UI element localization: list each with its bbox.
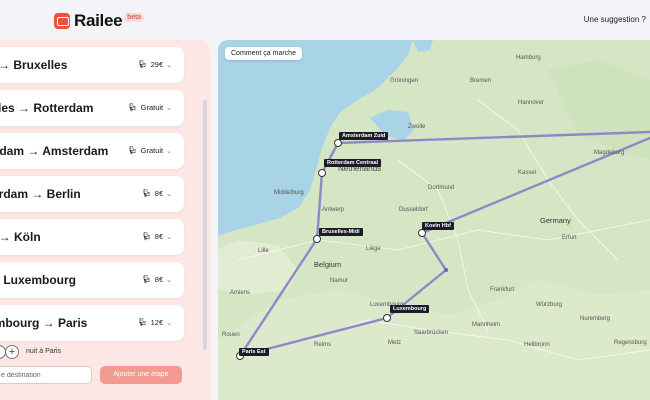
map-label-dusseldorf: Dusseldorf: [399, 207, 428, 213]
railee-logo-icon: [54, 13, 70, 29]
map-label-liege: Liège: [366, 246, 381, 252]
leg-card[interactable]: → Luxembourg 💺︎8€⌄: [0, 262, 184, 298]
leg-price: 8€: [154, 189, 164, 198]
leg-price-selector[interactable]: 💺︎ Gratuit ⌄: [127, 103, 172, 112]
leg-route: erdam → Amsterdam: [0, 144, 109, 158]
route-map[interactable]: Hamburg Bremen Hannover Magdeburg Gronin…: [218, 40, 650, 400]
leg-price-selector[interactable]: 💺︎ 8€ ⌄: [142, 275, 172, 284]
map-canvas: [218, 40, 650, 400]
station-marker-koeln-hbf[interactable]: Koeln Hbf: [422, 222, 454, 230]
map-label-bremen: Bremen: [470, 78, 492, 84]
leg-route: n → Köln: [0, 230, 41, 244]
leg-route: terdam → Berlin: [0, 187, 81, 201]
leg-price: Gratuit: [140, 146, 164, 155]
map-label-erfurt: Erfurt: [562, 235, 577, 241]
how-it-works-button[interactable]: Comment ça marche: [225, 47, 302, 60]
map-label-nuremberg: Nuremberg: [580, 316, 611, 322]
map-label-wurzburg: Würzburg: [536, 302, 563, 308]
top-bar: Railee beta Une suggestion ?: [0, 0, 650, 40]
map-label-namur: Namur: [330, 278, 349, 284]
increase-nights-button[interactable]: +: [5, 345, 19, 359]
leg-route: embourg → Paris: [0, 316, 88, 330]
chevron-down-icon: ⌄: [166, 147, 172, 155]
station-marker-luxembourg[interactable]: Luxembourg: [390, 305, 430, 313]
chevron-down-icon: ⌄: [166, 233, 172, 241]
map-label-hamburg: Hamburg: [516, 55, 541, 61]
leg-list: s → Bruxelles 💺︎29€⌄ elles → Rotterdam 💺…: [0, 47, 184, 348]
map-label-belgium: Belgium: [314, 260, 342, 269]
leg-route: → Luxembourg: [0, 273, 77, 287]
map-label-middelburg: Middelburg: [274, 190, 304, 196]
seat-icon: 💺︎: [141, 189, 152, 198]
leg-route: s → Bruxelles: [0, 58, 68, 72]
map-label-lille: Lille: [258, 248, 269, 254]
logo[interactable]: Railee beta: [54, 11, 144, 31]
map-label-frankfurt: Frankfurt: [490, 287, 515, 293]
leg-card[interactable]: elles → Rotterdam 💺︎Gratuit⌄: [0, 90, 184, 126]
leg-price: 29€: [150, 60, 164, 69]
add-step-button[interactable]: Ajouter une étape: [100, 366, 182, 384]
chevron-down-icon: ⌄: [166, 276, 172, 284]
map-label-saarbrucken: Saarbrücken: [414, 330, 449, 336]
map-label-mannheim: Mannheim: [472, 322, 501, 328]
leg-price: 12€: [150, 318, 164, 327]
beta-badge: beta: [124, 12, 144, 22]
panel-scrollbar[interactable]: [203, 100, 207, 350]
leg-price-selector[interactable]: 💺︎ 8€ ⌄: [142, 232, 172, 241]
leg-price: 8€: [154, 232, 164, 241]
leg-price-selector[interactable]: 💺︎ 29€ ⌄: [137, 60, 172, 69]
seat-icon: 💺︎: [141, 275, 152, 284]
map-label-amiens: Amiens: [230, 290, 251, 296]
itinerary-panel: s → Bruxelles 💺︎29€⌄ elles → Rotterdam 💺…: [0, 40, 210, 400]
leg-route: elles → Rotterdam: [0, 101, 94, 115]
map-label-groningen: Groningen: [390, 78, 419, 84]
seat-icon: 💺︎: [137, 318, 148, 327]
map-label-kassel: Kassel: [518, 170, 537, 176]
destination-input[interactable]: [0, 366, 92, 384]
map-label-regensburg: Regensburg: [614, 340, 647, 346]
map-label-dortmund: Dortmund: [428, 185, 455, 191]
suggestion-link[interactable]: Une suggestion ?: [584, 15, 646, 24]
leg-card[interactable]: embourg → Paris 💺︎12€⌄: [0, 305, 184, 341]
leg-card[interactable]: s → Bruxelles 💺︎29€⌄: [0, 47, 184, 83]
station-marker-rotterdam-centraal[interactable]: Rotterdam Centraal: [324, 159, 382, 167]
station-marker-bruxelles-midi[interactable]: Bruxelles-Midi: [319, 228, 363, 236]
map-label-reims: Reims: [314, 342, 332, 348]
seat-icon: 💺︎: [137, 60, 148, 69]
leg-price: 8€: [154, 275, 164, 284]
map-label-hannover: Hannover: [518, 100, 545, 106]
map-label-germany: Germany: [540, 216, 571, 225]
seat-icon: 💺︎: [127, 103, 138, 112]
map-label-antwerp: Antwerp: [322, 207, 345, 213]
map-label-metz: Metz: [388, 340, 402, 346]
leg-card[interactable]: erdam → Amsterdam 💺︎ Gratuit ⌄: [0, 133, 184, 169]
leg-card[interactable]: terdam → Berlin 💺︎8€⌄: [0, 176, 184, 212]
map-label-zwolle: Zwolle: [408, 124, 426, 130]
station-marker-paris-est[interactable]: Paris Est: [239, 348, 269, 356]
leg-price-selector[interactable]: 💺︎ 8€ ⌄: [142, 189, 172, 198]
nights-label: nuit à Paris: [26, 348, 62, 355]
chevron-down-icon: ⌄: [166, 319, 172, 327]
leg-price-selector[interactable]: 💺︎ Gratuit ⌄: [127, 146, 172, 155]
chevron-down-icon: ⌄: [166, 61, 172, 69]
chevron-down-icon: ⌄: [166, 104, 172, 112]
seat-icon: 💺︎: [127, 146, 138, 155]
brand-name: Railee: [74, 11, 123, 30]
leg-card[interactable]: n → Köln 💺︎8€⌄: [0, 219, 184, 255]
chevron-down-icon: ⌄: [166, 190, 172, 198]
seat-icon: 💺︎: [141, 232, 152, 241]
map-label-heilbronn: Heilbronn: [524, 342, 550, 348]
station-marker-amsterdam-zuid[interactable]: Amsterdam Zuid: [339, 132, 389, 140]
map-label-magdeburg: Magdeburg: [594, 150, 625, 156]
map-label-rouen: Rouen: [222, 332, 240, 338]
leg-price: Gratuit: [140, 103, 164, 112]
leg-price-selector[interactable]: 💺︎ 12€ ⌄: [137, 318, 172, 327]
